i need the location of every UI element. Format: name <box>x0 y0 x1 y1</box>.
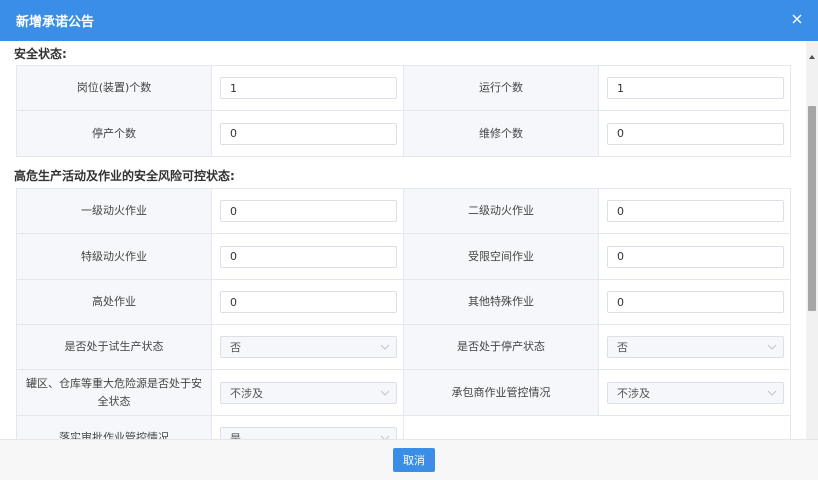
stopped-count-input[interactable]: 0 <box>220 122 397 145</box>
select-value: 否 <box>230 341 241 354</box>
scroll-up-arrow-icon[interactable] <box>809 44 815 63</box>
risk-status-table: 一级动火作业 0 二级动火作业 0 特级动火作业 0 受限空间作业 0 高处作业… <box>16 188 791 439</box>
field-label: 特级动火作业 <box>16 233 212 280</box>
table-row: 停产个数 0 维修个数 0 <box>16 110 791 157</box>
empty-cell <box>403 415 791 439</box>
select-value: 否 <box>617 341 628 354</box>
maintenance-count-input[interactable]: 0 <box>607 122 784 145</box>
field-label: 受限空间作业 <box>403 233 599 280</box>
contractor-control-select[interactable]: 不涉及 <box>607 381 784 404</box>
table-row: 特级动火作业 0 受限空间作业 0 <box>16 233 791 280</box>
field-label: 是否处于试生产状态 <box>16 324 212 370</box>
field-label: 罐区、仓库等重大危险源是否处于安全状态 <box>16 369 212 416</box>
field-label: 高处作业 <box>16 279 212 325</box>
chevron-down-icon <box>761 383 783 403</box>
cancel-button[interactable]: 取消 <box>393 448 435 472</box>
confined-space-input[interactable]: 0 <box>607 245 784 268</box>
running-count-input[interactable]: 1 <box>607 77 784 99</box>
first-level-hot-work-input[interactable]: 0 <box>220 200 397 222</box>
select-value: 不涉及 <box>617 386 650 400</box>
dialog-header: 新增承诺公告 <box>0 0 818 41</box>
select-value: 不涉及 <box>230 386 263 400</box>
field-label: 岗位(装置)个数 <box>16 65 212 111</box>
field-label: 一级动火作业 <box>16 188 212 234</box>
special-hot-work-input[interactable]: 0 <box>220 245 397 268</box>
chevron-down-icon <box>374 383 396 403</box>
approval-control-select[interactable]: 是 <box>220 427 397 439</box>
field-label: 落实审批作业管控情况 <box>16 415 212 439</box>
select-value: 是 <box>230 432 241 439</box>
dialog-title: 新增承诺公告 <box>16 15 95 30</box>
field-label: 停产个数 <box>16 110 212 157</box>
safety-status-table: 岗位(装置)个数 1 运行个数 1 停产个数 0 维修个数 0 <box>16 65 791 157</box>
table-row: 岗位(装置)个数 1 运行个数 1 <box>16 65 791 111</box>
dialog-footer: 取消 <box>0 439 818 480</box>
hazard-source-select[interactable]: 不涉及 <box>220 381 397 404</box>
work-at-height-input[interactable]: 0 <box>220 291 397 313</box>
trial-production-select[interactable]: 否 <box>220 336 397 358</box>
field-label: 运行个数 <box>403 65 599 111</box>
field-label: 维修个数 <box>403 110 599 157</box>
table-row: 高处作业 0 其他特殊作业 0 <box>16 279 791 325</box>
second-level-hot-work-input[interactable]: 0 <box>607 200 784 222</box>
table-row: 落实审批作业管控情况 是 <box>16 415 791 439</box>
scrollbar-thumb[interactable] <box>808 106 816 311</box>
field-label: 二级动火作业 <box>403 188 599 234</box>
table-row: 罐区、仓库等重大危险源是否处于安全状态 不涉及 承包商作业管控情况 不涉及 <box>16 369 791 416</box>
dialog-body: 安全状态: 岗位(装置)个数 1 运行个数 1 停产个数 0 维修个数 0 高危… <box>0 41 806 439</box>
field-label: 其他特殊作业 <box>403 279 599 325</box>
field-label: 承包商作业管控情况 <box>403 369 599 416</box>
add-commitment-dialog: 新增承诺公告 安全状态: 岗位(装置)个数 1 运行个数 1 停产个数 0 维修… <box>0 0 818 480</box>
stopped-state-select[interactable]: 否 <box>607 336 784 358</box>
vertical-scrollbar[interactable] <box>806 41 818 439</box>
close-icon[interactable] <box>790 12 804 26</box>
field-label: 是否处于停产状态 <box>403 324 599 370</box>
posts-count-input[interactable]: 1 <box>220 77 397 99</box>
chevron-down-icon <box>761 337 783 357</box>
table-row: 是否处于试生产状态 否 是否处于停产状态 否 <box>16 324 791 370</box>
chevron-down-icon <box>374 337 396 357</box>
chevron-down-icon <box>374 428 396 439</box>
other-special-work-input[interactable]: 0 <box>607 291 784 313</box>
table-row: 一级动火作业 0 二级动火作业 0 <box>16 188 791 234</box>
safety-status-heading: 安全状态: <box>14 47 67 61</box>
risk-status-heading: 高危生产活动及作业的安全风险可控状态: <box>14 169 235 183</box>
